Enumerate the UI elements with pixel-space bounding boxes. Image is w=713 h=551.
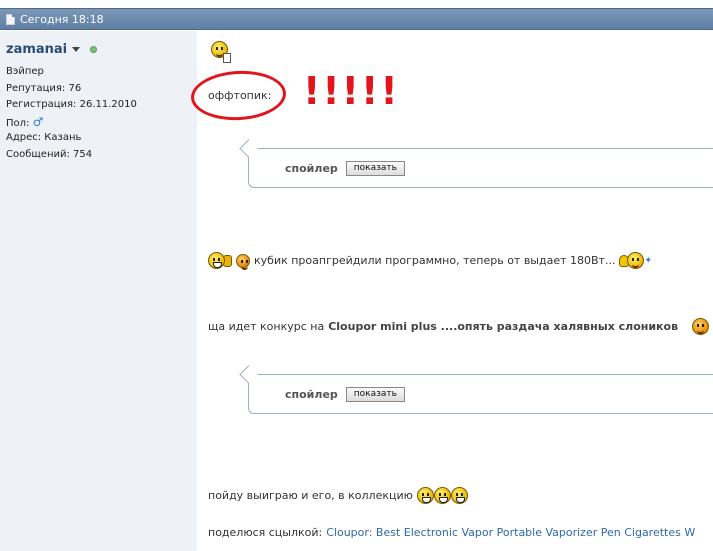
win-text: пойду выиграю и его, в коллекцию — [208, 489, 413, 502]
user-reputation: Репутация: 76 — [6, 82, 82, 94]
show-spoiler-button[interactable]: показать — [345, 160, 405, 176]
grin-smiley-icon — [416, 487, 434, 504]
user-rank: Вэйпер — [6, 66, 44, 77]
tongue-smiley-icon — [236, 253, 250, 270]
show-spoiler-button[interactable]: показать — [345, 386, 405, 402]
contest-bold-text: Cloupor mini plus ....опять раздача халя… — [328, 320, 679, 333]
user-gender: Пол: ♂ — [6, 114, 197, 131]
spoiler-title: спойлер — [285, 161, 338, 175]
gender-label: Пол: — [6, 117, 30, 129]
male-icon: ♂ — [32, 114, 44, 129]
user-address: Адрес: Казань — [6, 132, 82, 143]
user-info-panel: zamanai Вэйпер Репутация: 76 Регистрация… — [0, 31, 197, 551]
username-link[interactable]: zamanai — [6, 42, 67, 57]
online-status-icon — [90, 45, 98, 53]
offtopic-label: оффтопик: — [208, 89, 272, 102]
thumbs-up-smiley-icon — [208, 252, 225, 269]
contest-text: ща идет конкурс на — [208, 320, 325, 333]
post-line-upgrade: кубик проапгрейдили программно, теперь о… — [208, 252, 652, 270]
post-content: оффтопик: !!!!! спойлер показать кубик п… — [189, 31, 713, 551]
document-icon — [6, 13, 15, 25]
post-timestamp: Сегодня 18:18 — [20, 12, 104, 26]
grin-smiley-icon — [450, 487, 468, 504]
spoiler-block-2: спойлер показать — [248, 374, 713, 414]
post-line-contest: ща идет конкурс на Cloupor mini plus ...… — [208, 318, 710, 335]
spark-icon: ✦ — [644, 255, 652, 266]
username-row: zamanai — [6, 40, 197, 58]
smiley-sign-icon — [211, 41, 231, 65]
waving-smiley-icon — [627, 252, 645, 269]
share-link-text: поделюся сцылкой: — [208, 526, 323, 539]
post-line-win: пойду выиграю и его, в коллекцию — [208, 487, 468, 504]
cloupor-link[interactable]: Cloupor: Best Electronic Vapor Portable … — [326, 526, 695, 539]
spoiler-block-1: спойлер показать — [248, 148, 713, 188]
sign-icon — [223, 53, 231, 63]
post-header-bar: Сегодня 18:18 — [0, 8, 713, 30]
grin-smiley-icon — [433, 487, 451, 504]
scared-smiley-icon — [692, 318, 710, 335]
upgrade-text: кубик проапгрейдили программно, теперь о… — [254, 254, 616, 267]
exclamation-marks: !!!!! — [303, 69, 400, 113]
user-registration-date: Регистрация: 26.11.2010 — [6, 99, 137, 110]
chevron-down-icon[interactable] — [72, 46, 81, 52]
spoiler-title: спойлер — [285, 387, 338, 401]
post-line-link: поделюся сцылкой: Cloupor: Best Electron… — [208, 526, 695, 539]
user-message-count: Сообщений: 754 — [6, 148, 93, 160]
